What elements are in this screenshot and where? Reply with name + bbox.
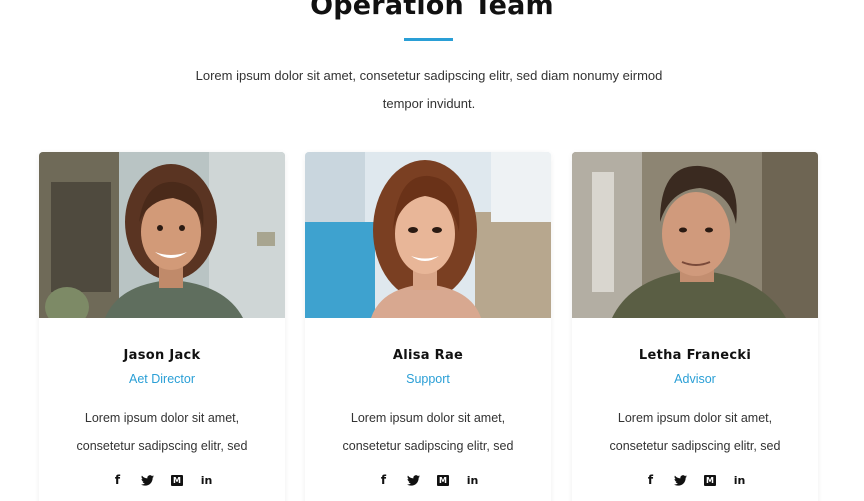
facebook-icon[interactable]: f	[377, 473, 390, 487]
member-photo	[572, 152, 818, 318]
medium-icon[interactable]: M	[171, 474, 183, 486]
facebook-icon[interactable]: f	[111, 473, 124, 487]
team-member-card: Letha Franecki Advisor Lorem ipsum dolor…	[572, 152, 818, 501]
linkedin-icon[interactable]: in	[466, 474, 479, 487]
title-underline	[404, 38, 453, 41]
medium-icon[interactable]: M	[704, 474, 716, 486]
member-name: Jason Jack	[123, 348, 201, 363]
linkedin-icon[interactable]: in	[200, 474, 213, 487]
twitter-icon[interactable]	[407, 474, 420, 487]
linkedin-icon[interactable]: in	[733, 474, 746, 487]
member-bio: Lorem ipsum dolor sit amet, consetetur s…	[609, 411, 781, 453]
member-bio: Lorem ipsum dolor sit amet, consetetur s…	[342, 411, 514, 453]
team-member-card: Jason Jack Aet Director Lorem ipsum dolo…	[39, 152, 285, 501]
member-bio: Lorem ipsum dolor sit amet, consetetur s…	[76, 411, 248, 453]
member-role: Advisor	[674, 372, 716, 386]
social-links: f M in	[39, 472, 285, 488]
team-member-card: Alisa Rae Support Lorem ipsum dolor sit …	[305, 152, 551, 501]
twitter-icon[interactable]	[141, 474, 154, 487]
member-name: Letha Franecki	[638, 348, 752, 363]
member-photo	[39, 152, 285, 318]
member-role: Aet Director	[129, 372, 195, 386]
facebook-icon[interactable]: f	[644, 473, 657, 487]
section-description: Lorem ipsum dolor sit amet, consetetur s…	[195, 68, 663, 111]
member-photo	[305, 152, 551, 318]
social-links: f M in	[305, 472, 551, 488]
member-name: Alisa Rae	[392, 348, 464, 363]
section-title: Operation Team	[310, 0, 554, 21]
member-role: Support	[406, 372, 450, 386]
medium-icon[interactable]: M	[437, 474, 449, 486]
social-links: f M in	[572, 472, 818, 488]
twitter-icon[interactable]	[674, 474, 687, 487]
